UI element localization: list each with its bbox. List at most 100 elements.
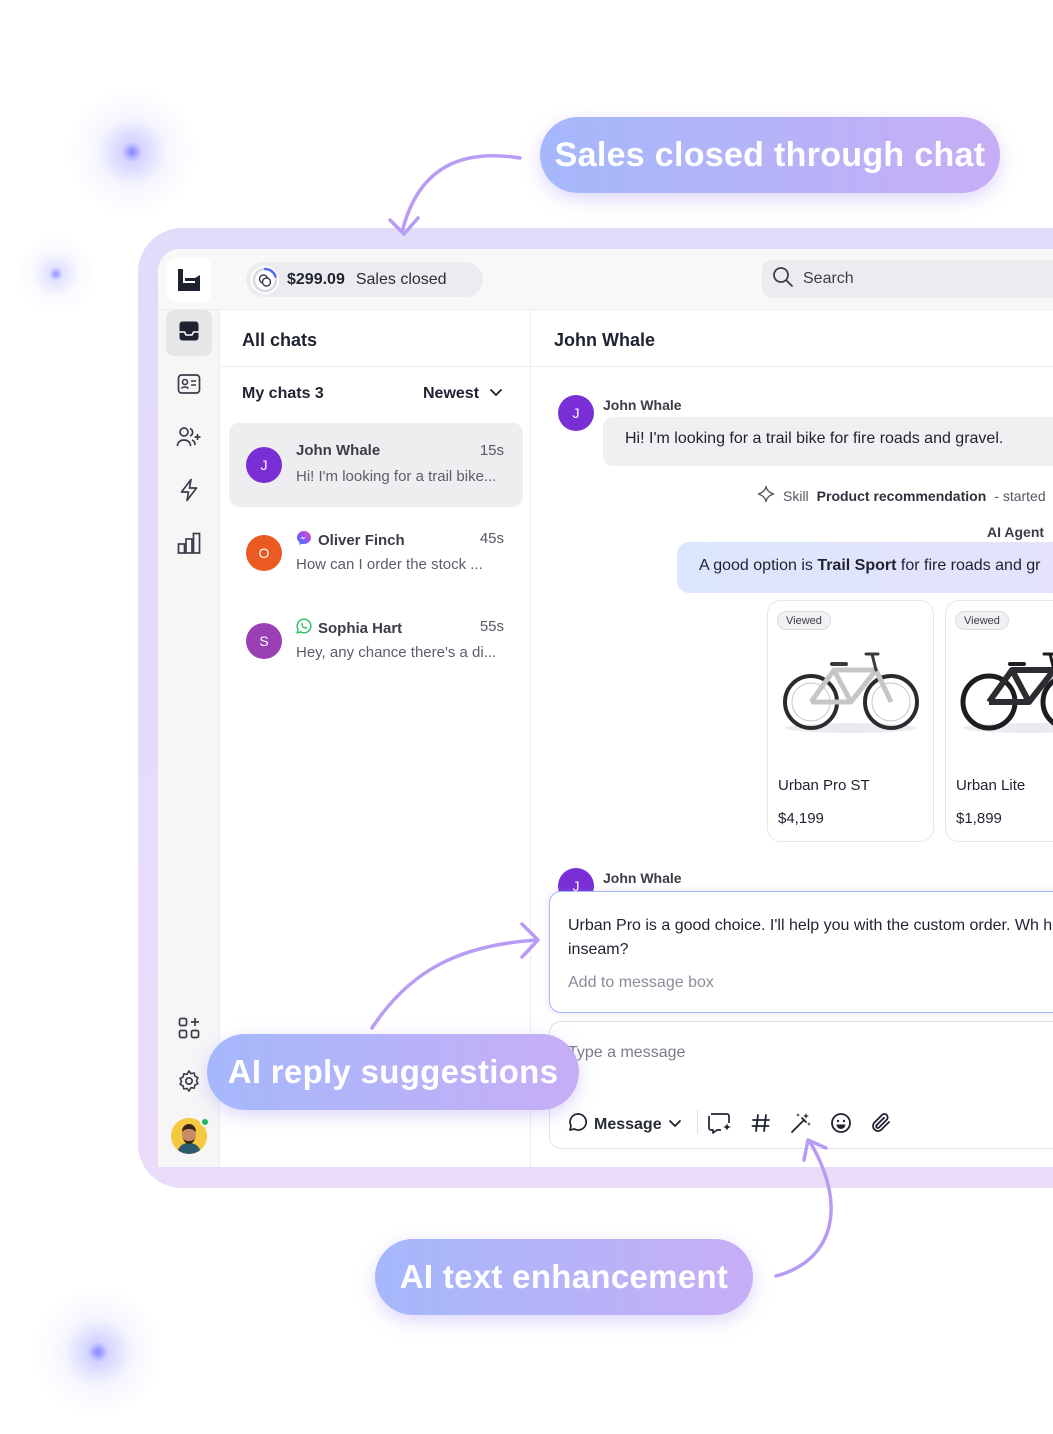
sales-closed-chip[interactable]: $299.09 Sales closed bbox=[246, 262, 483, 297]
chevron-down-icon bbox=[668, 1116, 682, 1134]
search-input[interactable]: Search bbox=[762, 260, 1053, 298]
customer-message: Hi! I'm looking for a trail bike for fir… bbox=[603, 417, 1053, 466]
skill-name: Product recommendation bbox=[816, 487, 987, 504]
chevron-down-icon bbox=[489, 385, 503, 403]
sidebar-item-reports[interactable] bbox=[166, 522, 212, 568]
chat-preview: Hi! I'm looking for a trail bike... bbox=[296, 468, 497, 485]
chat-time: 55s bbox=[479, 618, 504, 635]
chat-name: John Whale bbox=[296, 442, 381, 459]
chat-name-row: Oliver Finch bbox=[296, 530, 405, 550]
decorative-glow bbox=[62, 82, 202, 222]
add-to-message-box-button[interactable]: Add to message box bbox=[568, 974, 714, 992]
bike-image bbox=[960, 652, 1053, 733]
online-status-dot bbox=[200, 1117, 210, 1127]
chat-list-title: All chats bbox=[242, 330, 318, 350]
skill-status: Skill Product recommendation - started · bbox=[757, 485, 1053, 506]
coins-icon bbox=[251, 265, 279, 294]
sidebar-item-automation[interactable] bbox=[166, 469, 212, 515]
add-user-icon bbox=[176, 426, 202, 453]
sidebar-item-apps[interactable] bbox=[166, 1007, 212, 1053]
hashtag-icon[interactable] bbox=[748, 1110, 774, 1136]
sales-label: Sales closed bbox=[355, 270, 447, 288]
chat-time: 45s bbox=[479, 530, 504, 547]
conversation-panel: John Whale J John Whale Hi! I'm looking … bbox=[531, 310, 1053, 1167]
message-input[interactable]: Type a message bbox=[568, 1044, 685, 1062]
suggestion-text: Urban Pro is a good choice. I'll help yo… bbox=[568, 917, 1053, 958]
sidebar-item-contacts[interactable] bbox=[166, 363, 212, 409]
sidebar-item-inbox[interactable] bbox=[166, 310, 212, 356]
brand-logo-icon[interactable] bbox=[167, 258, 211, 302]
avatar: J bbox=[246, 447, 282, 483]
search-placeholder: Search bbox=[803, 270, 854, 287]
emoji-icon[interactable] bbox=[828, 1110, 854, 1136]
skill-prefix: Skill bbox=[783, 487, 809, 504]
apps-add-icon bbox=[178, 1017, 200, 1044]
agent-message: A good option is Trail Sport for fire ro… bbox=[677, 542, 1053, 593]
divider bbox=[220, 366, 531, 367]
chat-time: 15s bbox=[479, 442, 504, 459]
product-name: Urban Lite bbox=[956, 777, 1026, 794]
product-price: $4,199 bbox=[778, 810, 824, 827]
sort-label: Newest bbox=[423, 385, 480, 402]
sparkle-icon bbox=[757, 485, 775, 506]
messenger-icon bbox=[296, 530, 312, 550]
product-card[interactable]: Viewed Urban Pro ST $4,199 bbox=[767, 600, 934, 842]
message-author: John Whale bbox=[603, 870, 682, 886]
chat-name-row: John Whale bbox=[296, 442, 380, 459]
skill-suffix: - started bbox=[994, 487, 1046, 504]
product-card[interactable]: Viewed Urban Lite $1,899 bbox=[945, 600, 1053, 842]
sort-dropdown[interactable]: Newest bbox=[423, 385, 503, 403]
sidebar bbox=[158, 310, 220, 1167]
message-author: John Whale bbox=[603, 397, 682, 413]
agent-text-pre: A good option is bbox=[699, 557, 818, 574]
ai-compose-icon[interactable] bbox=[708, 1110, 734, 1136]
chat-preview: How can I order the stock ... bbox=[296, 556, 483, 573]
arrow-sales bbox=[400, 154, 522, 234]
viewed-badge: Viewed bbox=[955, 611, 1009, 630]
magic-wand-icon[interactable] bbox=[788, 1110, 814, 1136]
chat-list-item[interactable]: S Sophia Hart 55s Hey, any chance there'… bbox=[229, 599, 523, 683]
message-type-dropdown[interactable]: Message bbox=[568, 1112, 682, 1137]
search-icon bbox=[772, 266, 794, 293]
avatar: S bbox=[246, 623, 282, 659]
product-price: $1,899 bbox=[956, 810, 1002, 827]
agent-text-product: Trail Sport bbox=[817, 557, 897, 574]
app-window: $299.09 Sales closed Search All chats My… bbox=[158, 249, 1053, 1167]
callout-ai-text: AI text enhancement bbox=[375, 1239, 753, 1315]
sidebar-item-settings[interactable] bbox=[166, 1060, 212, 1106]
sales-amount: $299.09 bbox=[287, 270, 345, 288]
inbox-icon bbox=[178, 320, 200, 347]
agent-text-post: for fire roads and gr bbox=[896, 557, 1041, 574]
contact-card-icon bbox=[177, 373, 201, 400]
conversation-title: John Whale bbox=[554, 330, 656, 350]
toolbar-divider bbox=[697, 1110, 698, 1134]
paperclip-icon[interactable] bbox=[868, 1110, 894, 1136]
top-bar: $299.09 Sales closed Search bbox=[158, 249, 1053, 310]
avatar: J bbox=[558, 395, 594, 431]
product-name: Urban Pro ST bbox=[778, 777, 870, 794]
chat-list-item[interactable]: O Oliver Finch 45s How can I order the s… bbox=[229, 511, 523, 595]
agent-label: AI Agent bbox=[987, 524, 1045, 540]
avatar: O bbox=[246, 535, 282, 571]
bike-image bbox=[783, 652, 919, 733]
decorative-glow bbox=[28, 1282, 168, 1422]
viewed-badge: Viewed bbox=[777, 611, 831, 630]
chat-name: Oliver Finch bbox=[318, 531, 405, 549]
divider bbox=[531, 366, 1053, 367]
callout-ai-reply: AI reply suggestions bbox=[207, 1034, 579, 1110]
bar-chart-icon bbox=[177, 532, 201, 559]
message-composer[interactable]: Type a message Message bbox=[549, 1021, 1053, 1149]
decorative-glow bbox=[16, 234, 96, 314]
chat-preview: Hey, any chance there's a di... bbox=[296, 644, 497, 661]
lightning-icon bbox=[179, 478, 199, 507]
whatsapp-icon bbox=[296, 618, 312, 638]
ai-reply-suggestion[interactable]: Urban Pro is a good choice. I'll help yo… bbox=[549, 891, 1053, 1013]
chat-bubble-icon bbox=[568, 1112, 588, 1137]
callout-sales-closed: Sales closed through chat bbox=[540, 117, 1000, 193]
chat-name: Sophia Hart bbox=[318, 619, 403, 637]
sidebar-item-users[interactable] bbox=[166, 416, 212, 462]
my-chats-filter[interactable]: My chats 3 bbox=[242, 385, 324, 403]
message-type-label: Message bbox=[594, 1115, 662, 1133]
chat-list-item[interactable]: J John Whale 15s Hi! I'm looking for a t… bbox=[229, 423, 523, 507]
gear-icon bbox=[177, 1069, 201, 1098]
